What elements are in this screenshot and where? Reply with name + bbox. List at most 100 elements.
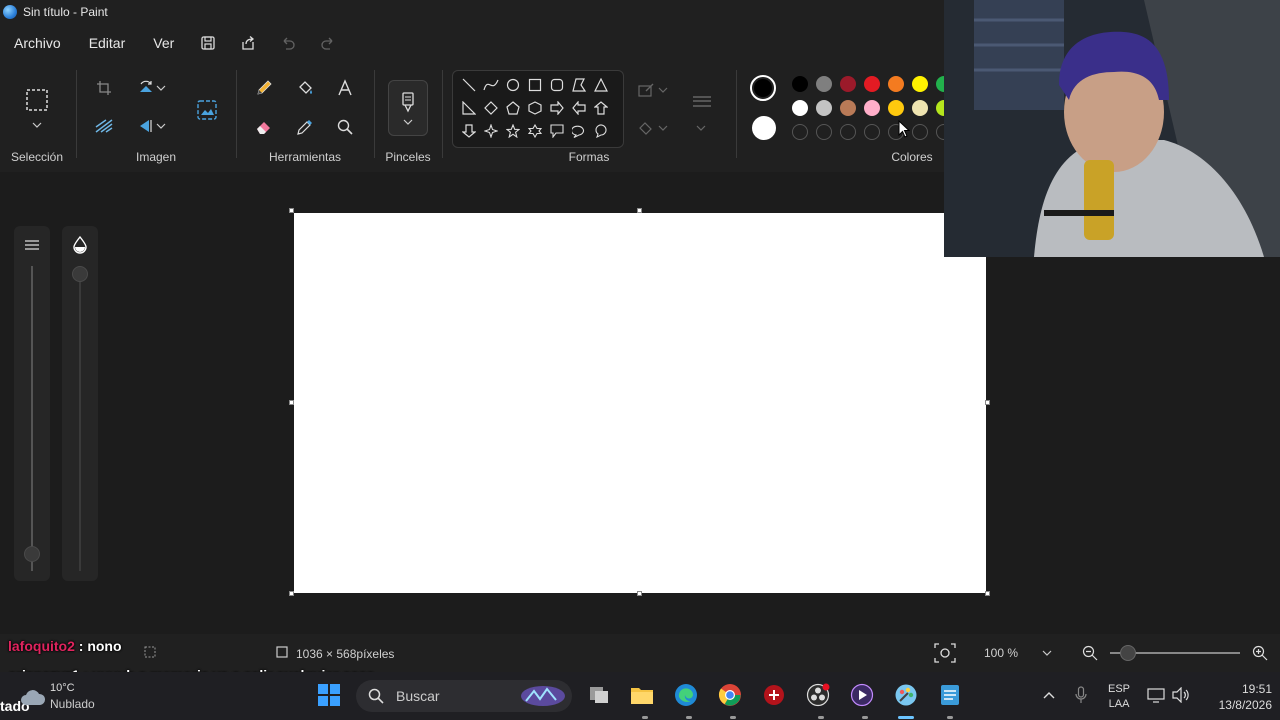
- custom-color-slot[interactable]: [816, 124, 832, 140]
- palette-color-swatch[interactable]: [888, 100, 904, 116]
- crop-icon[interactable]: [90, 74, 118, 102]
- pencil-icon[interactable]: [250, 74, 278, 102]
- rounded-rectangle-shape-icon[interactable]: [547, 75, 567, 95]
- left-arrow-shape-icon[interactable]: [569, 98, 589, 118]
- clock[interactable]: 19:51 13/8/2026: [1196, 681, 1272, 713]
- outline-dropdown-icon[interactable]: [656, 76, 670, 104]
- palette-color-swatch[interactable]: [792, 76, 808, 92]
- task-view-icon[interactable]: [586, 682, 612, 708]
- right-arrow-shape-icon[interactable]: [547, 98, 567, 118]
- up-arrow-shape-icon[interactable]: [591, 98, 611, 118]
- right-triangle-shape-icon[interactable]: [459, 98, 479, 118]
- zoom-out-icon[interactable]: [1082, 645, 1098, 664]
- file-explorer-icon[interactable]: [629, 682, 655, 708]
- fill-bucket-icon[interactable]: [291, 74, 319, 102]
- menu-ver[interactable]: Ver: [139, 24, 188, 62]
- magnifier-icon[interactable]: [331, 113, 359, 141]
- line-shape-icon[interactable]: [459, 75, 479, 95]
- zoom-slider-knob[interactable]: [1120, 645, 1136, 661]
- palette-color-swatch[interactable]: [816, 76, 832, 92]
- brush-size-slider[interactable]: [14, 226, 50, 581]
- slider-knob[interactable]: [24, 546, 40, 562]
- rotate-dropdown-icon[interactable]: [154, 74, 168, 102]
- save-icon[interactable]: [188, 24, 228, 62]
- windows-start-icon[interactable]: [316, 682, 342, 708]
- rect-callout-shape-icon[interactable]: [547, 121, 567, 141]
- five-point-star-shape-icon[interactable]: [503, 121, 523, 141]
- palette-color-swatch[interactable]: [840, 100, 856, 116]
- palette-color-swatch[interactable]: [888, 76, 904, 92]
- eraser-icon[interactable]: [250, 113, 278, 141]
- palette-color-swatch[interactable]: [816, 100, 832, 116]
- four-point-star-shape-icon[interactable]: [481, 121, 501, 141]
- pentagon-shape-icon[interactable]: [503, 98, 523, 118]
- chrome-browser-icon[interactable]: [717, 682, 743, 708]
- input-language[interactable]: ESP LAA: [1108, 682, 1130, 712]
- resize-handle[interactable]: [289, 591, 294, 596]
- remove-background-icon[interactable]: [90, 112, 118, 140]
- secondary-color-swatch[interactable]: [752, 116, 776, 140]
- diamond-shape-icon[interactable]: [481, 98, 501, 118]
- selection-dropdown-icon[interactable]: [23, 118, 51, 132]
- size-icon[interactable]: [688, 88, 716, 116]
- palette-color-swatch[interactable]: [840, 76, 856, 92]
- flip-dropdown-icon[interactable]: [154, 112, 168, 140]
- chat-text: : nono: [78, 638, 122, 654]
- custom-color-slot[interactable]: [792, 124, 808, 140]
- opacity-slider[interactable]: [62, 226, 98, 581]
- paint-taskbar-icon[interactable]: [893, 682, 919, 708]
- triangle-shape-icon[interactable]: [591, 75, 611, 95]
- cloud-callout-shape-icon[interactable]: [591, 121, 611, 141]
- fit-to-window-icon[interactable]: [934, 643, 956, 666]
- down-arrow-shape-icon[interactable]: [459, 121, 479, 141]
- polygon-shape-icon[interactable]: [569, 75, 589, 95]
- media-player-icon[interactable]: [849, 682, 875, 708]
- color-picker-icon[interactable]: [291, 113, 319, 141]
- game-app-icon[interactable]: [761, 682, 787, 708]
- slider-knob[interactable]: [72, 266, 88, 282]
- undo-icon[interactable]: [268, 24, 308, 62]
- palette-color-swatch[interactable]: [912, 76, 928, 92]
- chevron-up-icon[interactable]: [1036, 682, 1062, 708]
- resize-handle[interactable]: [289, 208, 294, 213]
- curve-shape-icon[interactable]: [481, 75, 501, 95]
- brushes-button[interactable]: [388, 80, 428, 136]
- volume-icon[interactable]: [1168, 682, 1194, 708]
- image-generator-icon[interactable]: [193, 96, 221, 124]
- palette-color-swatch[interactable]: [792, 100, 808, 116]
- resize-handle[interactable]: [985, 400, 990, 405]
- menu-editar[interactable]: Editar: [75, 24, 140, 62]
- custom-color-slot[interactable]: [864, 124, 880, 140]
- size-dropdown-icon[interactable]: [694, 114, 708, 142]
- resize-handle[interactable]: [289, 400, 294, 405]
- resize-handle[interactable]: [637, 591, 642, 596]
- text-icon[interactable]: [331, 74, 359, 102]
- resize-handle[interactable]: [637, 208, 642, 213]
- rectangle-select-icon[interactable]: [23, 86, 51, 114]
- zoom-in-icon[interactable]: [1252, 645, 1268, 664]
- menu-archivo[interactable]: Archivo: [0, 24, 75, 62]
- microphone-icon[interactable]: [1068, 682, 1094, 708]
- zoom-dropdown[interactable]: 100 %: [972, 639, 1064, 667]
- oval-shape-icon[interactable]: [503, 75, 523, 95]
- drawing-canvas[interactable]: [294, 213, 986, 593]
- palette-color-swatch[interactable]: [912, 100, 928, 116]
- fill-dropdown-icon[interactable]: [656, 114, 670, 142]
- network-icon[interactable]: [1143, 682, 1169, 708]
- rectangle-shape-icon[interactable]: [525, 75, 545, 95]
- redo-icon[interactable]: [308, 24, 348, 62]
- six-point-star-shape-icon[interactable]: [525, 121, 545, 141]
- palette-color-swatch[interactable]: [864, 76, 880, 92]
- primary-color-swatch[interactable]: [750, 75, 776, 101]
- palette-color-swatch[interactable]: [864, 100, 880, 116]
- edge-browser-icon[interactable]: [673, 682, 699, 708]
- oval-callout-shape-icon[interactable]: [569, 121, 589, 141]
- hexagon-shape-icon[interactable]: [525, 98, 545, 118]
- obs-studio-icon[interactable]: [805, 682, 831, 708]
- taskbar-search-box[interactable]: Buscar: [356, 680, 572, 712]
- share-icon[interactable]: [228, 24, 268, 62]
- custom-color-slot[interactable]: [912, 124, 928, 140]
- notepad-icon[interactable]: [937, 682, 963, 708]
- resize-handle[interactable]: [985, 591, 990, 596]
- custom-color-slot[interactable]: [840, 124, 856, 140]
